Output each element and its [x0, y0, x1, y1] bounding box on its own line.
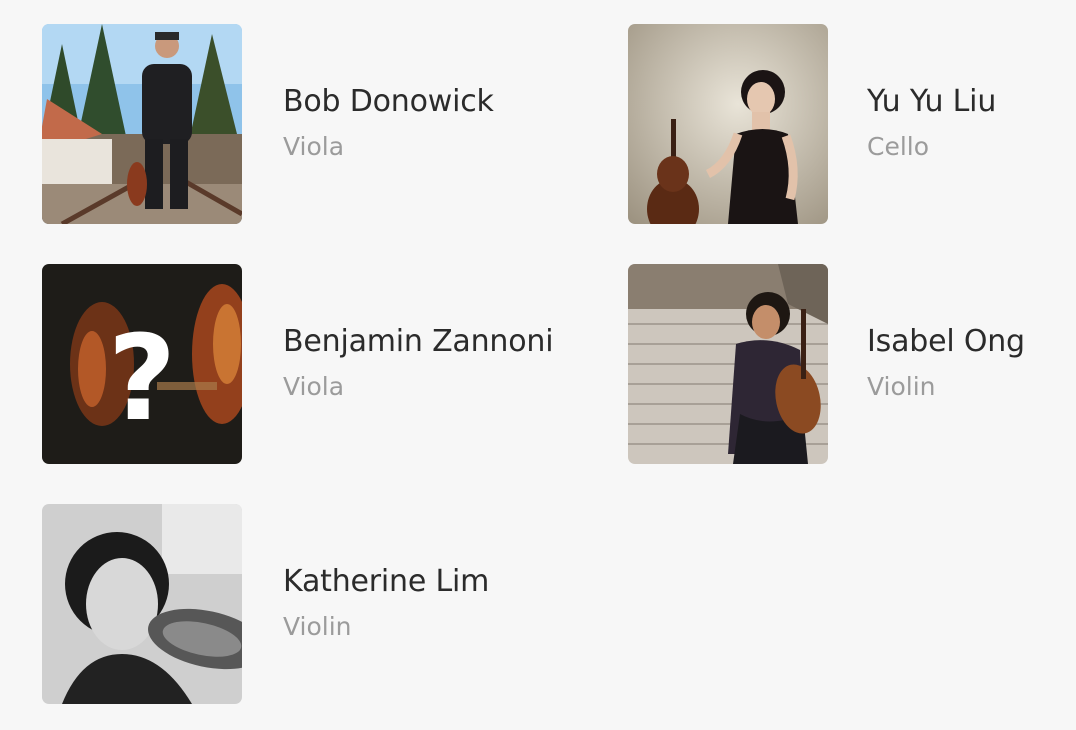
photo-railway-violist	[42, 24, 242, 224]
musician-instrument: Violin	[283, 612, 352, 641]
photo-placeholder-painting: ?	[42, 264, 242, 464]
photo-cellist	[628, 24, 828, 224]
musician-instrument: Viola	[283, 372, 345, 401]
question-mark-icon: ?	[108, 309, 176, 447]
photo-violinist-portrait	[42, 504, 242, 704]
musician-card[interactable]: Yu Yu Liu Cello	[628, 24, 1076, 224]
musician-name[interactable]: Isabel Ong	[867, 324, 1025, 359]
musician-card[interactable]: ? Benjamin Zannoni Viola	[42, 264, 562, 464]
musician-photo[interactable]	[628, 24, 828, 224]
musician-instrument: Violin	[867, 372, 936, 401]
photo-violinist-on-steps	[628, 264, 828, 464]
musician-name[interactable]: Katherine Lim	[283, 564, 489, 599]
musician-photo[interactable]	[42, 24, 242, 224]
musician-photo[interactable]	[628, 264, 828, 464]
musician-card[interactable]: Isabel Ong Violin	[628, 264, 1076, 464]
musician-name[interactable]: Yu Yu Liu	[867, 84, 996, 119]
musician-instrument: Cello	[867, 132, 930, 161]
musician-instrument: Viola	[283, 132, 345, 161]
musician-name[interactable]: Benjamin Zannoni	[283, 324, 554, 359]
musician-card[interactable]: Katherine Lim Violin	[42, 504, 562, 704]
musician-photo-placeholder[interactable]: ?	[42, 264, 242, 464]
musician-photo[interactable]	[42, 504, 242, 704]
musician-name[interactable]: Bob Donowick	[283, 84, 494, 119]
musician-card[interactable]: Bob Donowick Viola	[42, 24, 562, 224]
